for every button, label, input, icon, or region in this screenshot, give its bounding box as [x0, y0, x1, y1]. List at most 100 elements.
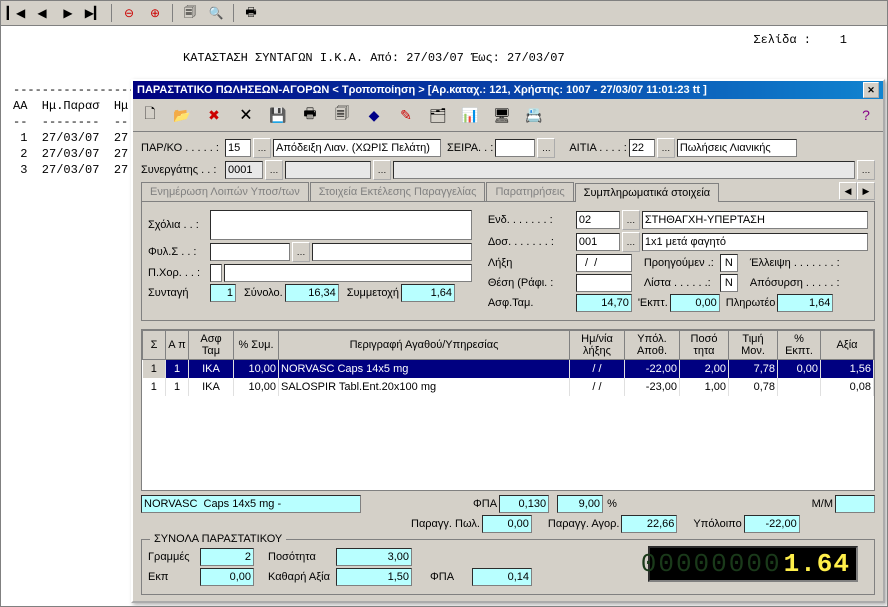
lista-label: Λίστα . . . . . .:	[644, 277, 718, 289]
col-ekpt[interactable]: % Εκπτ.	[778, 331, 821, 360]
grammes-label: Γραμμές	[148, 551, 198, 563]
tab-scroll-left-icon[interactable]: ◀	[839, 182, 857, 200]
posotita-label: Ποσότητα	[268, 551, 334, 563]
col-timi[interactable]: Τιμή Μον.	[729, 331, 778, 360]
close-icon[interactable]: ✕	[863, 82, 879, 98]
first-icon[interactable]: ▎◀	[5, 2, 27, 24]
plir-input[interactable]	[777, 294, 833, 312]
mm-label: Μ/Μ	[812, 498, 833, 510]
aitia-lookup-button[interactable]: …	[657, 138, 675, 158]
aitia-no-input[interactable]	[629, 139, 655, 157]
seira-lookup-button[interactable]: …	[537, 138, 555, 158]
end-no-input[interactable]	[576, 211, 620, 229]
plir-label: Πληρωτέο	[726, 297, 776, 309]
pxor-desc-input[interactable]	[224, 264, 472, 282]
parko-desc-input[interactable]	[273, 139, 441, 157]
tool4-icon[interactable]: 📇	[523, 104, 545, 126]
synerg-desc-input[interactable]	[285, 161, 371, 179]
diamond-icon[interactable]: ◆	[363, 104, 385, 126]
syntagi-label: Συνταγή	[148, 287, 208, 299]
symm-input[interactable]	[401, 284, 455, 302]
tab-ektelesis[interactable]: Στοιχεία Εκτέλεσης Παραγγελίας	[310, 182, 486, 201]
dos-label: Δοσ. . . . . . . :	[488, 236, 574, 248]
help-icon[interactable]: ?	[855, 104, 877, 126]
synerg-lookup-button[interactable]: …	[265, 160, 283, 180]
end-desc-input[interactable]	[642, 211, 868, 229]
fyls-lookup-button[interactable]: …	[292, 242, 310, 262]
parko-label: ΠΑΡ/ΚΟ . . . . . :	[141, 142, 223, 154]
synerg-lookup2-button[interactable]: …	[373, 160, 391, 180]
cancel-doc-icon[interactable]: 🗙	[235, 104, 257, 126]
print-icon[interactable]: 🖶	[240, 2, 262, 24]
ypol-input	[744, 515, 800, 533]
pxor-flag-input[interactable]	[210, 264, 222, 282]
col-poso[interactable]: Ποσό τητα	[680, 331, 729, 360]
parko-lookup-button[interactable]: …	[253, 138, 271, 158]
col-ap[interactable]: Α π	[166, 331, 189, 360]
mm-input	[835, 495, 875, 513]
main-toolbar: ▎◀ ◀ ▶ ▶▎ ⊖ ⊕ 🗐 🔍 🖶	[1, 1, 887, 26]
current-item-input	[141, 495, 361, 513]
dos-no-input[interactable]	[576, 233, 620, 251]
tab-loipon[interactable]: Ενημέρωση Λοιπών Υποσ/των	[141, 182, 309, 201]
col-lixi[interactable]: Ημ/νία λήξης	[570, 331, 625, 360]
export-icon[interactable]: 🗐	[179, 2, 201, 24]
parpol-input	[482, 515, 532, 533]
col-perigr[interactable]: Περιγραφή Αγαθού/Υπηρεσίας	[279, 331, 570, 360]
col-asftam[interactable]: Ασφ Ταμ	[189, 331, 234, 360]
copy-icon[interactable]: 🗐	[331, 104, 353, 126]
col-s[interactable]: Σ	[143, 331, 166, 360]
tab-strip: Ενημέρωση Λοιπών Υποσ/των Στοιχεία Εκτέλ…	[141, 182, 875, 202]
asftam-input[interactable]	[576, 294, 632, 312]
col-axia[interactable]: Αξία	[821, 331, 874, 360]
synerg-name-input[interactable]	[393, 161, 855, 179]
ekpt-label: 'Εκπτ.	[638, 297, 668, 309]
thesi-input[interactable]	[576, 274, 632, 292]
end-lookup-button[interactable]: …	[622, 210, 640, 230]
col-sym[interactable]: % Συμ.	[234, 331, 279, 360]
proig-input[interactable]	[720, 254, 738, 272]
print-doc-icon[interactable]: 🖶	[299, 104, 321, 126]
ekpt-input[interactable]	[670, 294, 720, 312]
parko-no-input[interactable]	[225, 139, 251, 157]
seira-label: ΣΕΙΡΑ. . :	[447, 142, 493, 154]
save-icon[interactable]: 💾	[267, 104, 289, 126]
fyls-input[interactable]	[210, 243, 290, 261]
items-grid[interactable]: Σ Α π Ασφ Ταμ % Συμ. Περιγραφή Αγαθού/Υπ…	[141, 329, 875, 491]
lista-input[interactable]	[720, 274, 738, 292]
tool2-icon[interactable]: 📊	[459, 104, 481, 126]
tab-paratiriseis[interactable]: Παρατηρήσεις	[486, 182, 573, 201]
zoom-out-icon[interactable]: ⊖	[118, 2, 140, 24]
tool3-icon[interactable]: 🖥	[491, 104, 513, 126]
open-icon[interactable]: 📂	[171, 104, 193, 126]
tab-scroll-right-icon[interactable]: ▶	[857, 182, 875, 200]
seira-input[interactable]	[495, 139, 535, 157]
tab-symplir[interactable]: Συμπληρωματικά στοιχεία	[575, 183, 720, 202]
last-icon[interactable]: ▶▎	[83, 2, 105, 24]
edit-icon[interactable]: ✎	[395, 104, 417, 126]
table-row[interactable]: 11ΙΚΑ10,00NORVASC Caps 14x5 mg / /-22,00…	[143, 360, 874, 379]
new-icon[interactable]: 🗋	[139, 104, 161, 126]
prev-icon[interactable]: ◀	[31, 2, 53, 24]
next-icon[interactable]: ▶	[57, 2, 79, 24]
dos-desc-input[interactable]	[642, 233, 868, 251]
synolo-input[interactable]	[285, 284, 339, 302]
paragor-input	[621, 515, 677, 533]
tool1-icon[interactable]: 🗂	[427, 104, 449, 126]
synerg-lookup3-button[interactable]: …	[857, 160, 875, 180]
zoom-in-icon[interactable]: ⊕	[144, 2, 166, 24]
dialog-title-text: ΠΑΡΑΣΤΑΤΙΚΟ ΠΩΛΗΣΕΩΝ-ΑΓΟΡΩΝ < Τροποποίησ…	[137, 84, 707, 96]
col-ypol[interactable]: Υπόλ. Αποθ.	[625, 331, 680, 360]
find-icon[interactable]: 🔍	[205, 2, 227, 24]
syntagi-input[interactable]	[210, 284, 236, 302]
lixi-input[interactable]	[576, 254, 632, 272]
fyls-desc-input[interactable]	[312, 243, 472, 261]
kath-input	[336, 568, 412, 586]
fpa-pct	[557, 495, 603, 513]
sxolia-input[interactable]	[210, 210, 472, 240]
dos-lookup-button[interactable]: …	[622, 232, 640, 252]
delete-icon[interactable]: ✖	[203, 104, 225, 126]
aitia-desc-input[interactable]	[677, 139, 797, 157]
synerg-no-input[interactable]	[225, 161, 263, 179]
table-row[interactable]: 11ΙΚΑ10,00SALOSPIR Tabl.Ent.20x100 mg / …	[143, 378, 874, 396]
